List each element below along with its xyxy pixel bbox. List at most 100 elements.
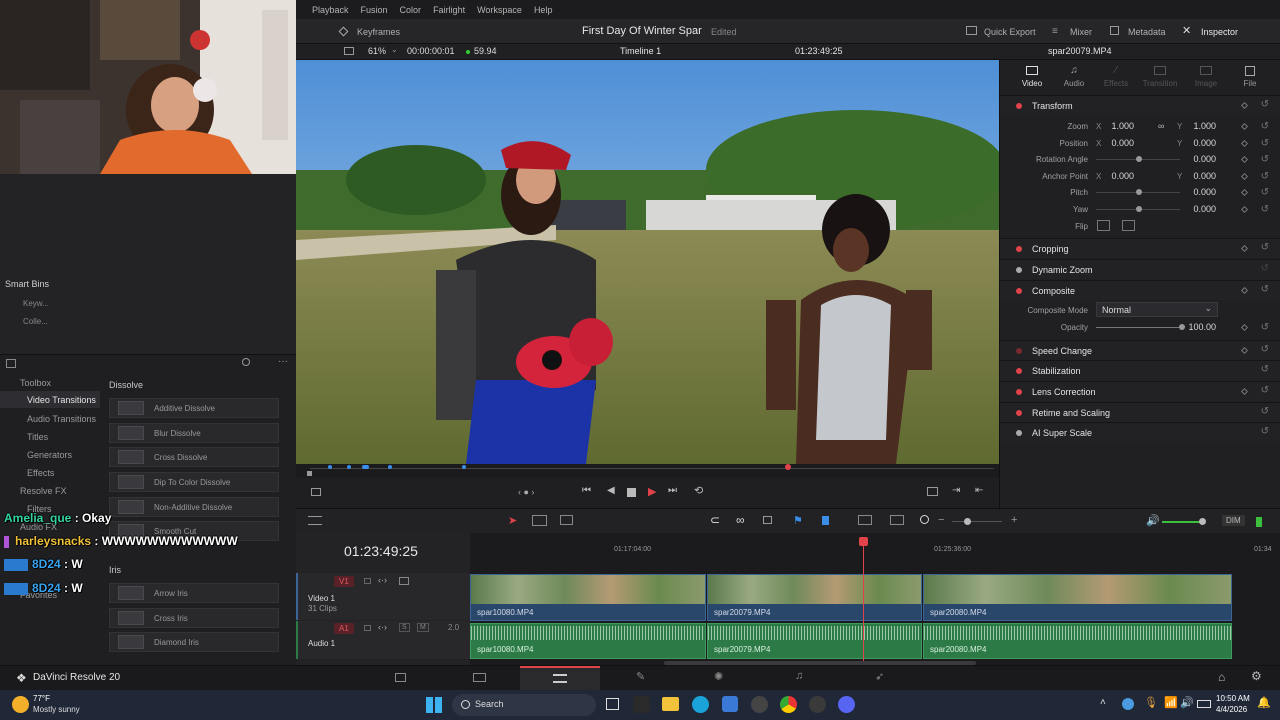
tree-effects[interactable]: Effects [27,468,54,478]
color-page-icon[interactable]: ✺ [714,670,723,683]
keyframe-icon[interactable] [1240,101,1249,110]
lock-icon[interactable] [763,516,772,524]
blade-tool-icon[interactable] [560,515,573,525]
enable-dot-icon[interactable] [1016,367,1022,374]
reset-icon[interactable]: ↺ [1261,263,1269,274]
enable-dot-icon[interactable] [1016,287,1022,294]
menu-fusion[interactable]: Fusion [361,5,388,15]
keyframe-icon[interactable] [1240,139,1249,148]
tree-titles[interactable]: Titles [27,432,48,442]
track-lock-icon[interactable] [364,625,371,631]
a1-badge[interactable]: A1 [334,623,354,634]
davinci-resolve-icon[interactable] [809,696,826,713]
keyframe-icon[interactable] [1240,188,1249,197]
cut-page-icon[interactable] [473,673,486,682]
enable-dot-icon[interactable] [1016,409,1022,416]
tree-toolbox[interactable]: Toolbox [20,378,51,388]
stabilization-section[interactable]: Stabilization ↺ [1000,360,1280,380]
wifi-icon[interactable]: 📶 [1164,696,1178,709]
jog-icon[interactable]: ‹ ● › [518,487,534,497]
task-view-icon[interactable] [606,698,619,710]
tab-file[interactable]: File [1232,66,1268,88]
play-reverse-icon[interactable]: ◀ [607,485,615,496]
fx-blur-dissolve[interactable]: Blur Dissolve [109,423,279,443]
fx-dip-to-color-dissolve[interactable]: Dip To Color Dissolve [109,472,279,492]
iris-header[interactable]: Iris [109,565,121,575]
chrome-icon[interactable] [780,696,797,713]
reset-icon[interactable]: ↺ [1261,284,1269,295]
collections-bin[interactable]: Colle... [23,317,48,326]
dissolve-header[interactable]: Dissolve [109,380,143,390]
fx-additive-dissolve[interactable]: Additive Dissolve [109,398,279,418]
slider-knob-icon[interactable] [1136,156,1142,162]
viewer-scrubber[interactable] [296,464,999,478]
flip-vertical-icon[interactable] [1122,220,1135,231]
tab-video[interactable]: Video [1014,66,1050,88]
marker-color-icon[interactable] [822,516,829,525]
app-icon[interactable] [633,696,650,713]
enable-dot-icon[interactable] [1016,388,1022,395]
position-x-field[interactable]: 0.000 [1100,138,1134,148]
next-edit-icon[interactable]: ⇥ [952,485,960,496]
zoom-x-field[interactable]: 1.000 [1100,121,1134,131]
fusion-page-icon[interactable]: ✎ [636,670,645,683]
solo-icon[interactable]: S [399,623,410,632]
enable-dot-icon[interactable] [1016,102,1022,109]
keyframes-button[interactable]: Keyframes [357,27,400,37]
ai-super-scale-section[interactable]: AI Super Scale ↺ [1000,422,1280,442]
auto-select-icon[interactable]: ‹·› [378,575,387,585]
enable-dot-icon[interactable] [1016,266,1022,273]
reset-icon[interactable]: ↺ [1261,204,1269,215]
tab-transition[interactable]: Transition [1140,66,1180,88]
enable-dot-icon[interactable] [1016,245,1022,252]
dim-button[interactable]: DIM [1222,515,1245,526]
fx-cross-dissolve[interactable]: Cross Dissolve [109,447,279,467]
video-clip[interactable]: spar20079.MP4 [707,574,922,621]
pitch-field[interactable]: 0.000 [1182,187,1216,197]
battery-icon[interactable] [1197,700,1211,708]
safe-area-icon[interactable] [311,488,321,496]
inspector-button[interactable]: Inspector [1201,27,1238,37]
video-clip[interactable]: spar10080.MP4 [470,574,706,621]
zoom-y-field[interactable]: 1.000 [1182,121,1216,131]
select-tool-icon[interactable]: ➤ [508,514,517,527]
reset-icon[interactable]: ↺ [1261,187,1269,198]
first-frame-icon[interactable]: ⏮ [582,485,591,496]
keywords-bin[interactable]: Keyw... [23,299,49,308]
speed-change-section[interactable]: Speed Change ↺ [1000,340,1280,360]
video-viewer[interactable] [296,60,999,464]
clock-date[interactable]: 4/4/2026 [1216,705,1247,714]
clock-time[interactable]: 10:50 AM [1216,694,1250,703]
v1-badge[interactable]: V1 [334,576,354,587]
zoom-slider[interactable] [952,521,1002,522]
position-y-field[interactable]: 0.000 [1182,138,1216,148]
microphone-icon[interactable]: 🎙 [1144,696,1158,709]
store-icon[interactable] [722,696,738,712]
anchor-x-field[interactable]: 0.000 [1100,171,1134,181]
tray-chevron-icon[interactable]: ˄ [1100,697,1106,708]
opacity-slider[interactable] [1096,327,1180,328]
keyframe-icon[interactable] [1240,323,1249,332]
prev-edit-icon[interactable]: ⇤ [975,485,983,496]
panel-toggle-icon[interactable] [6,359,16,368]
slider-knob-icon[interactable] [1199,518,1206,525]
keyframe-icon[interactable] [1240,205,1249,214]
match-frame-icon[interactable] [927,487,938,496]
zoom-in-icon[interactable]: + [1011,514,1017,526]
discord-icon[interactable] [838,696,855,713]
menu-fairlight[interactable]: Fairlight [433,5,465,15]
zoom-fit-icon[interactable] [858,515,872,525]
fx-non-additive-dissolve[interactable]: Non-Additive Dissolve [109,497,279,517]
anchor-y-field[interactable]: 0.000 [1182,171,1216,181]
stop-icon[interactable] [627,488,636,497]
fx-diamond-iris[interactable]: Diamond Iris [109,632,279,652]
in-point-icon[interactable] [307,471,312,476]
playhead-icon[interactable] [859,537,868,546]
slider-knob-icon[interactable] [1136,189,1142,195]
quick-export-button[interactable]: Quick Export [984,27,1036,37]
track-lock-icon[interactable] [364,578,371,584]
snapping-icon[interactable]: ⊂ [710,513,720,527]
video-clip[interactable]: spar20080.MP4 [923,574,1232,621]
cropping-section[interactable]: Cropping ↺ [1000,238,1280,258]
reset-icon[interactable]: ↺ [1261,406,1269,417]
